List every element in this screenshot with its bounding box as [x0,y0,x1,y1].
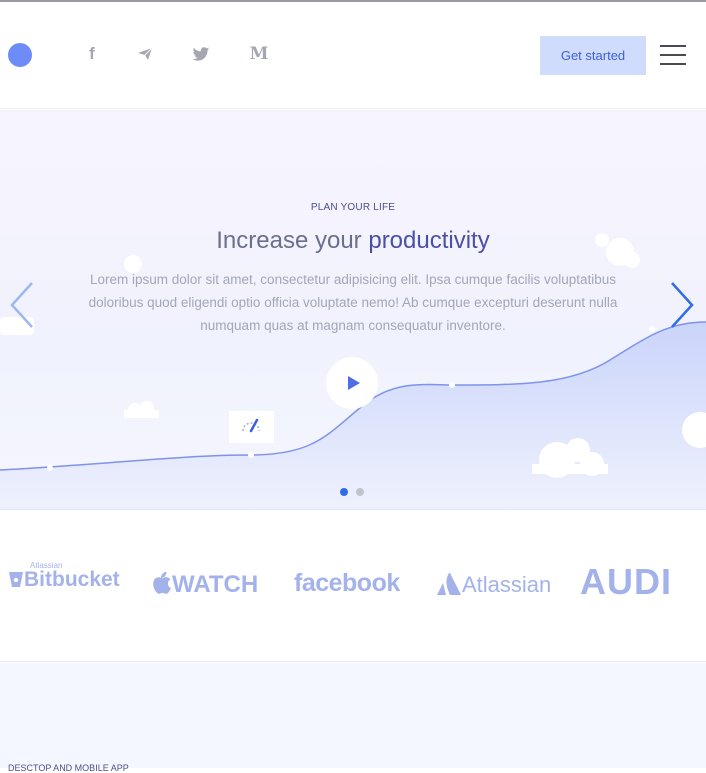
hero-title-highlight: productivity [368,227,490,254]
get-started-button[interactable]: Get started [540,36,646,75]
twitter-icon[interactable] [189,42,213,66]
bitbucket-logo: Atlassian Bitbucket [8,561,120,592]
facebook-icon[interactable]: f [80,42,104,66]
hero-lead-text: Lorem ipsum dolor sit amet, consectetur … [88,272,618,333]
site-header: f M Get started [0,2,706,109]
hero-title-lead: Increase your [216,227,369,254]
brand-logos: Atlassian Bitbucket WATCH facebook Atlas… [0,511,706,662]
hamburger-menu-icon[interactable] [660,45,686,65]
audi-logo-text: Audi [580,561,672,602]
hero-eyebrow: PLAN YOUR LIFE [310,202,396,213]
atlassian-logo-text: Atlassian [462,572,552,597]
logo[interactable] [8,43,32,67]
audi-logo: Audi [580,561,672,603]
apple-watch-logo-text: WATCH [172,571,259,598]
bitbucket-logo-text: Bitbucket [24,568,120,591]
play-video-button[interactable] [326,357,378,409]
pagination-dot-1[interactable] [340,488,348,496]
prev-slide-arrow[interactable] [6,280,36,330]
facebook-logo: facebook [294,569,400,597]
hero-title: Increase your productivity [0,227,706,255]
medium-icon[interactable]: M [247,42,271,66]
apple-watch-logo: WATCH [150,571,258,599]
telegram-icon[interactable] [133,42,157,66]
next-slide-arrow[interactable] [668,280,698,330]
next-section-eyebrow: DESCTOP AND MOBILE APP [8,763,129,773]
pagination-dot-2[interactable] [356,488,364,496]
hero-carousel: PLAN YOUR LIFE Increase your productivit… [0,110,706,510]
gauge-icon [229,411,274,443]
next-section: DESCTOP AND MOBILE APP [0,663,706,773]
atlassian-logo: Atlassian [436,572,551,598]
